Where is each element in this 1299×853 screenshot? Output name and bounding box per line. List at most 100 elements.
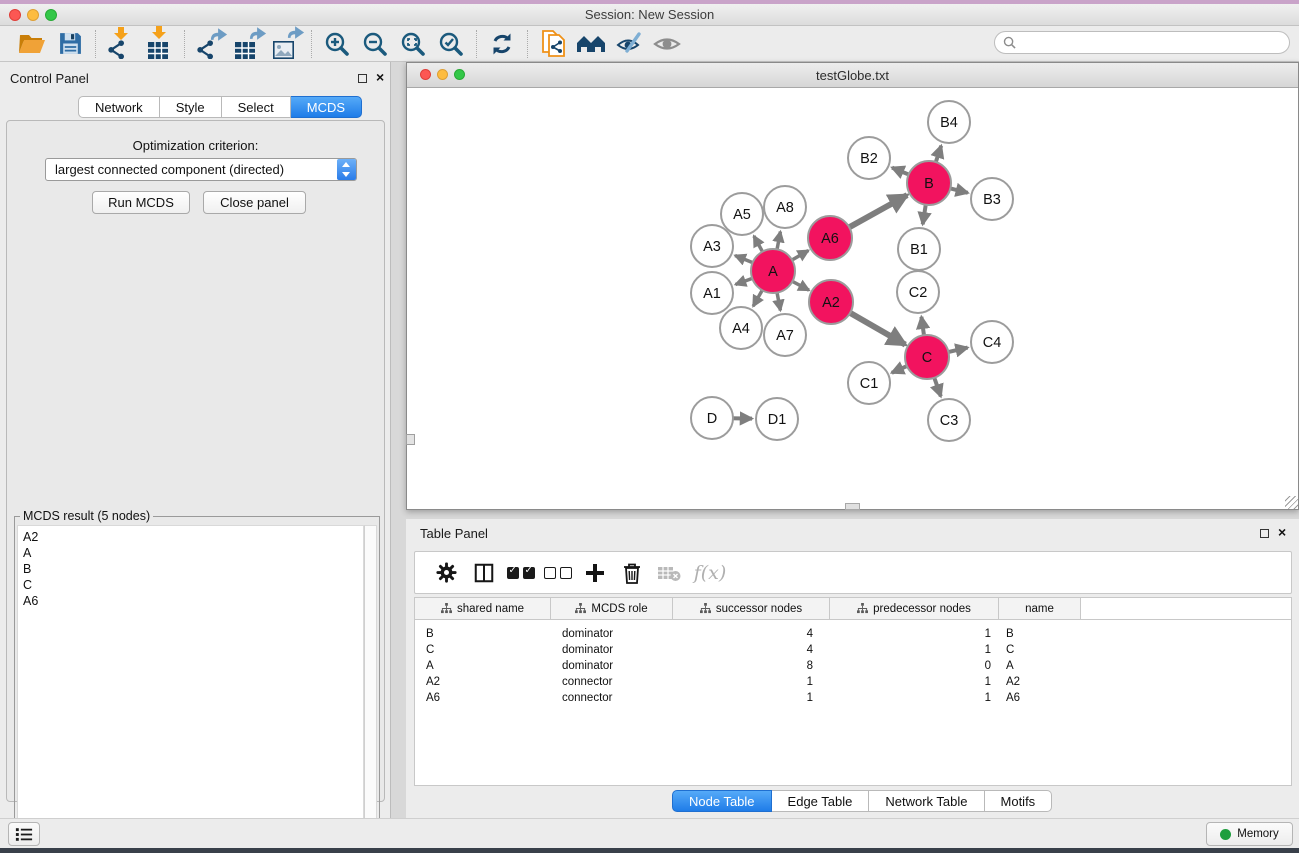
network-canvas[interactable]: B4B2BB3A8A5A6A3B1AA1C2A2A4A7C4CC1C3DD1 [407, 89, 1298, 509]
graph-node-label: D [707, 411, 717, 427]
graph-node-label: D1 [768, 412, 787, 428]
save-session-icon[interactable] [51, 28, 89, 60]
control-panel-tabs: Network Style Select MCDS [78, 96, 362, 118]
list-item[interactable]: A6 [23, 593, 363, 609]
show-hide-annotations-icon[interactable] [648, 28, 686, 60]
search-field[interactable] [994, 31, 1290, 54]
tab-mcds[interactable]: MCDS [291, 96, 362, 118]
close-panel-icon[interactable]: × [1278, 524, 1286, 540]
mcds-result-title: MCDS result (5 nodes) [20, 509, 153, 523]
graph-node-label: B2 [860, 151, 878, 167]
new-network-from-selection-icon[interactable] [534, 28, 572, 60]
optimization-criterion-label: Optimization criterion: [7, 138, 384, 153]
column-header-shared-name[interactable]: shared name [415, 598, 551, 619]
tab-network[interactable]: Network [78, 96, 160, 118]
select-all-columns-icon[interactable] [502, 556, 539, 590]
show-hide-graphics-details-icon[interactable] [610, 28, 648, 60]
mcds-panel: Optimization criterion: largest connecte… [6, 120, 385, 802]
table-panel: Table Panel × f(x) [406, 519, 1299, 818]
network-graph[interactable]: B4B2BB3A8A5A6A3B1AA1C2A2A4A7C4CC1C3DD1 [407, 89, 1298, 509]
first-neighbors-icon[interactable] [572, 28, 610, 60]
application-window: Session: New Session [0, 0, 1299, 853]
tab-network-table[interactable]: Network Table [869, 790, 984, 812]
toolbar-separator [184, 30, 185, 58]
function-builder-icon[interactable]: f(x) [687, 556, 733, 590]
select-stepper-icon[interactable] [337, 159, 356, 180]
tab-select[interactable]: Select [222, 96, 291, 118]
control-panel-title: Control Panel [10, 71, 89, 86]
table-row[interactable]: A2 connector 1 1 A2 [415, 674, 1291, 690]
table-row[interactable]: A6 connector 1 1 A6 [415, 690, 1291, 706]
table-panel-title: Table Panel [420, 526, 488, 541]
network-window-titlebar[interactable]: testGlobe.txt [407, 63, 1298, 88]
graph-node-label: A8 [776, 200, 794, 216]
graph-node-label: C [922, 350, 932, 366]
list-item[interactable]: A [23, 545, 363, 561]
result-list-scrollbar[interactable] [364, 525, 377, 852]
show-column-panel-icon[interactable] [465, 556, 502, 590]
optimization-criterion-select[interactable]: largest connected component (directed) [45, 158, 357, 181]
float-panel-icon[interactable] [1260, 529, 1269, 538]
table-toolbar: f(x) [414, 551, 1292, 594]
column-header-mcds-role[interactable]: MCDS role [551, 598, 673, 619]
tab-motifs[interactable]: Motifs [985, 790, 1053, 812]
export-network-icon[interactable] [191, 28, 229, 60]
mcds-result-list[interactable]: A2 A B C A6 [17, 525, 364, 852]
zoom-selected-icon[interactable] [432, 28, 470, 60]
add-column-icon[interactable] [576, 556, 613, 590]
tab-edge-table[interactable]: Edge Table [772, 790, 870, 812]
memory-button[interactable]: Memory [1206, 822, 1293, 846]
table-row[interactable]: B dominator 4 1 B [415, 626, 1291, 642]
attribute-icon [700, 603, 711, 614]
table-row[interactable]: A dominator 8 0 A [415, 658, 1291, 674]
list-item[interactable]: C [23, 577, 363, 593]
graph-edge[interactable] [848, 311, 906, 344]
close-panel-icon[interactable]: × [376, 69, 384, 85]
column-header-name[interactable]: name [999, 598, 1081, 619]
toolbar-separator [476, 30, 477, 58]
window-title: Session: New Session [0, 7, 1299, 22]
column-header-successor-nodes[interactable]: successor nodes [673, 598, 830, 619]
graph-node-label: B1 [910, 242, 928, 258]
tab-node-table[interactable]: Node Table [672, 790, 772, 812]
graph-node-label: A1 [703, 286, 721, 302]
gear-icon[interactable] [428, 556, 465, 590]
list-item[interactable]: B [23, 561, 363, 577]
graph-node-label: C4 [983, 335, 1002, 351]
control-panel: Control Panel × Network Style Select MCD… [0, 62, 391, 818]
search-input[interactable] [1021, 36, 1281, 50]
graph-node-label: A6 [821, 231, 839, 247]
close-panel-button[interactable]: Close panel [203, 191, 306, 214]
vertical-scrollbar-thumb[interactable] [406, 434, 415, 445]
export-table-icon[interactable] [229, 28, 267, 60]
open-file-icon[interactable] [13, 28, 51, 60]
graph-node-label: A7 [776, 328, 794, 344]
memory-status-icon [1220, 829, 1231, 840]
delete-table-icon[interactable] [650, 556, 687, 590]
tab-style[interactable]: Style [160, 96, 222, 118]
zoom-fit-icon[interactable] [394, 28, 432, 60]
node-table[interactable]: shared name MCDS role successor nodes pr… [414, 597, 1292, 786]
import-table-icon[interactable] [140, 28, 178, 60]
task-history-button[interactable] [8, 822, 40, 846]
delete-columns-icon[interactable] [613, 556, 650, 590]
list-item[interactable]: A2 [23, 529, 363, 545]
import-network-icon[interactable] [102, 28, 140, 60]
horizontal-scrollbar-thumb[interactable] [845, 503, 860, 510]
export-image-icon[interactable] [267, 28, 305, 60]
unselect-all-columns-icon[interactable] [539, 556, 576, 590]
table-row[interactable]: C dominator 4 1 C [415, 642, 1291, 658]
toolbar-separator [311, 30, 312, 58]
float-panel-icon[interactable] [358, 74, 367, 83]
run-mcds-button[interactable]: Run MCDS [92, 191, 190, 214]
column-header-predecessor-nodes[interactable]: predecessor nodes [830, 598, 999, 619]
memory-label: Memory [1237, 828, 1279, 840]
refresh-icon[interactable] [483, 28, 521, 60]
graph-edge[interactable] [847, 195, 908, 229]
graph-node-label: B [924, 176, 934, 192]
zoom-in-icon[interactable] [318, 28, 356, 60]
graph-node-label: A3 [703, 239, 721, 255]
zoom-out-icon[interactable] [356, 28, 394, 60]
table-tabs: Node Table Edge Table Network Table Moti… [672, 790, 1052, 812]
resize-grip[interactable] [1285, 496, 1298, 509]
